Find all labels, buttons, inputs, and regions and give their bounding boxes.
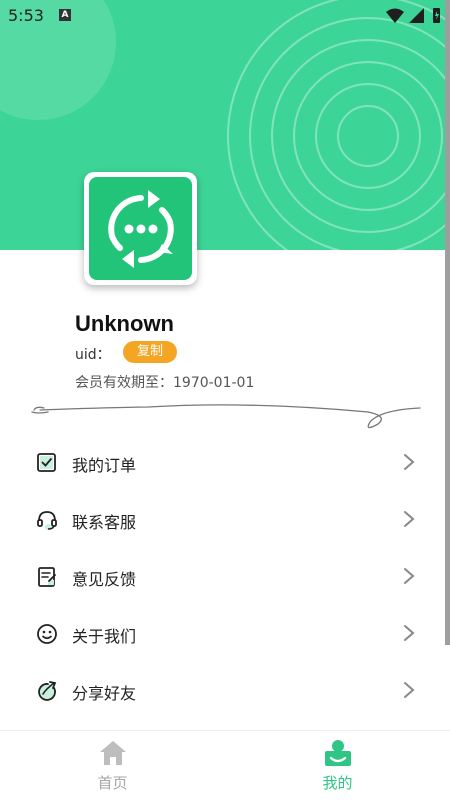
menu-item-feedback[interactable]: 意见反馈 [0,548,445,605]
feedback-note-icon [38,567,56,587]
notification-badge: A [59,9,71,21]
nav-mine[interactable]: 我的 [225,731,450,800]
headset-icon [37,511,57,530]
menu-list: 我的订单 联系客服 意见反馈 关于我们 分享好友 [0,434,445,719]
header-background [0,0,450,250]
header-decoration [0,0,450,250]
uid-label: uid： [75,347,111,363]
scrollbar[interactable] [445,0,450,645]
home-icon [100,741,126,765]
chevron-right-icon [404,511,415,527]
bottom-nav: 首页 我的 [0,730,450,800]
wifi-icon [386,8,404,23]
nav-mine-label: 我的 [322,774,353,792]
membership-expiry: 会员有效期至：1970-01-01 [75,375,255,391]
menu-item-label: 意见反馈 [72,570,137,589]
smiley-icon [37,624,57,644]
chevron-right-icon [404,454,415,470]
menu-item-support[interactable]: 联系客服 [0,491,445,548]
order-check-icon [37,453,56,472]
status-icons [386,8,440,23]
username: Unknown [75,311,174,336]
menu-item-share[interactable]: 分享好友 [0,662,445,719]
share-icon [38,681,57,701]
copy-uid-button[interactable]: 复制 [123,341,177,363]
signal-icon [409,8,424,23]
chevron-right-icon [404,682,415,698]
status-bar: 5:53 A [0,0,450,32]
menu-item-label: 联系客服 [72,513,137,532]
menu-item-about[interactable]: 关于我们 [0,605,445,662]
nav-home[interactable]: 首页 [0,731,225,800]
signature-divider [31,404,421,429]
menu-item-label: 我的订单 [72,456,137,475]
nav-home-label: 首页 [97,774,128,792]
chevron-right-icon [404,625,415,641]
profile-icon [325,740,351,766]
menu-item-label: 关于我们 [72,627,137,646]
chevron-right-icon [404,568,415,584]
app-logo [84,172,197,285]
menu-item-orders[interactable]: 我的订单 [0,434,445,491]
menu-item-label: 分享好友 [72,684,137,703]
status-time: 5:53 [8,6,44,25]
chat-sync-icon [89,177,192,280]
